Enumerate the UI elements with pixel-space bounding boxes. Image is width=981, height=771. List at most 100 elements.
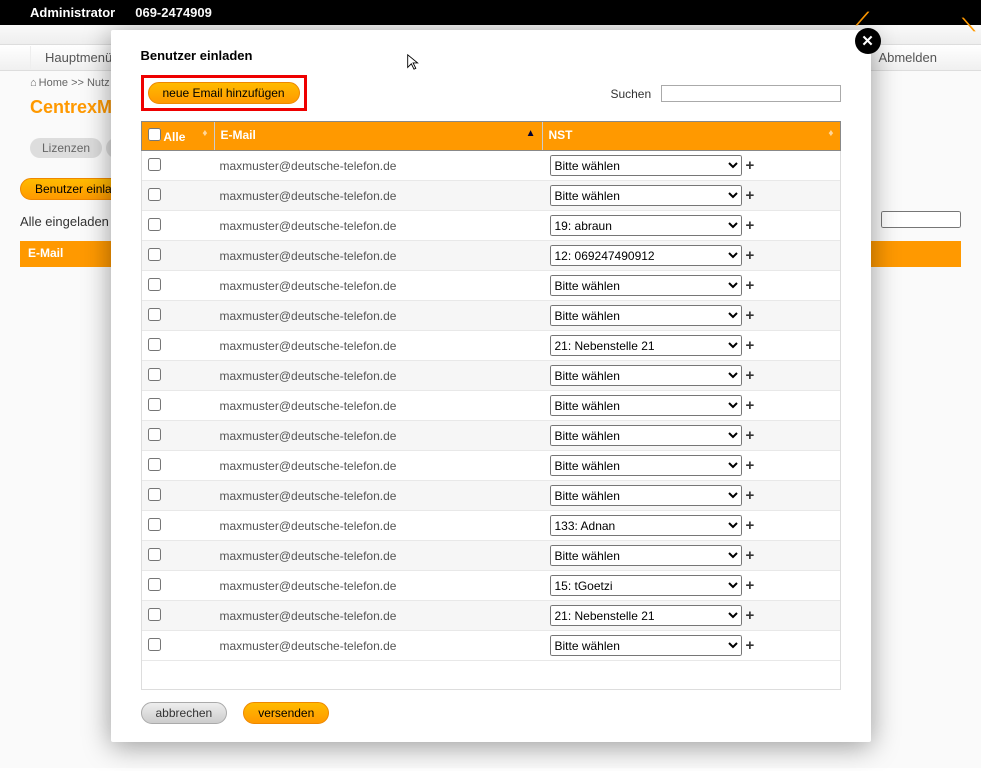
- plus-icon[interactable]: +: [746, 607, 755, 624]
- plus-icon[interactable]: +: [746, 517, 755, 534]
- nst-select[interactable]: 15: tGoetzi: [550, 575, 742, 596]
- nst-select[interactable]: Bitte wählen: [550, 155, 742, 176]
- nst-select[interactable]: Bitte wählen: [550, 545, 742, 566]
- th-alle-label: Alle: [163, 130, 185, 144]
- nst-select[interactable]: Bitte wählen: [550, 275, 742, 296]
- row-checkbox[interactable]: [148, 308, 161, 321]
- modal-footer: abbrechen versenden: [111, 690, 871, 742]
- table-row: maxmuster@deutsche-telefon.de 21: Nebenst…: [142, 331, 840, 361]
- row-email: maxmuster@deutsche-telefon.de: [214, 423, 544, 449]
- table-row: maxmuster@deutsche-telefon.de Bitte wähle…: [142, 451, 840, 481]
- table-row: maxmuster@deutsche-telefon.de Bitte wähle…: [142, 181, 840, 211]
- row-email: maxmuster@deutsche-telefon.de: [214, 483, 544, 509]
- row-email: maxmuster@deutsche-telefon.de: [214, 633, 544, 659]
- nst-select[interactable]: Bitte wählen: [550, 455, 742, 476]
- plus-icon[interactable]: +: [746, 427, 755, 444]
- nst-select[interactable]: Bitte wählen: [550, 635, 742, 656]
- th-email[interactable]: E-Mail ▲: [214, 122, 542, 150]
- table-row: maxmuster@deutsche-telefon.de Bitte wähle…: [142, 421, 840, 451]
- row-checkbox[interactable]: [148, 278, 161, 291]
- add-email-button[interactable]: neue Email hinzufügen: [148, 82, 300, 104]
- row-email: maxmuster@deutsche-telefon.de: [214, 303, 544, 329]
- nst-select[interactable]: Bitte wählen: [550, 185, 742, 206]
- row-email: maxmuster@deutsche-telefon.de: [214, 573, 544, 599]
- row-checkbox[interactable]: [148, 218, 161, 231]
- select-all-checkbox[interactable]: [148, 128, 161, 141]
- close-icon[interactable]: ✕: [855, 28, 881, 54]
- row-email: maxmuster@deutsche-telefon.de: [214, 543, 544, 569]
- modal-invite-users: ✕ Benutzer einladen neue Email hinzufüge…: [111, 30, 871, 742]
- send-button[interactable]: versenden: [243, 702, 329, 724]
- row-checkbox[interactable]: [148, 428, 161, 441]
- plus-icon[interactable]: +: [746, 277, 755, 294]
- th-nst[interactable]: NST ♦: [542, 122, 840, 150]
- table-row: maxmuster@deutsche-telefon.de12: 0692474…: [142, 241, 840, 271]
- nst-select[interactable]: Bitte wählen: [550, 395, 742, 416]
- row-checkbox[interactable]: [148, 548, 161, 561]
- nst-select[interactable]: 21: Nebenstelle 21: [550, 335, 742, 356]
- nst-select[interactable]: 19: abraun: [550, 215, 742, 236]
- nst-select[interactable]: Bitte wählen: [550, 365, 742, 386]
- sort-asc-icon[interactable]: ▲: [526, 128, 536, 139]
- row-checkbox[interactable]: [148, 368, 161, 381]
- row-email: maxmuster@deutsche-telefon.de: [214, 213, 544, 239]
- search-input[interactable]: [661, 85, 841, 102]
- row-checkbox[interactable]: [148, 458, 161, 471]
- row-email: maxmuster@deutsche-telefon.de: [214, 393, 544, 419]
- th-email-label: E-Mail: [221, 128, 256, 142]
- row-checkbox[interactable]: [148, 488, 161, 501]
- row-email: maxmuster@deutsche-telefon.de: [214, 183, 544, 209]
- th-nst-label: NST: [549, 128, 573, 142]
- row-email: maxmuster@deutsche-telefon.de: [214, 453, 544, 479]
- nst-select[interactable]: Bitte wählen: [550, 485, 742, 506]
- plus-icon[interactable]: +: [746, 217, 755, 234]
- row-checkbox[interactable]: [148, 188, 161, 201]
- nst-select[interactable]: 21: Nebenstelle 21: [550, 605, 742, 626]
- plus-icon[interactable]: +: [746, 547, 755, 564]
- nst-select[interactable]: Bitte wählen: [550, 305, 742, 326]
- table-row: maxmuster@deutsche-telefon.de 15: tGoetzi…: [142, 571, 840, 601]
- row-checkbox[interactable]: [148, 158, 161, 171]
- plus-icon[interactable]: +: [746, 307, 755, 324]
- plus-icon[interactable]: +: [746, 337, 755, 354]
- plus-icon[interactable]: +: [746, 577, 755, 594]
- table-row: maxmuster@deutsche-telefon.deBitte wähle…: [142, 271, 840, 301]
- sort-icon[interactable]: ♦: [202, 128, 207, 139]
- plus-icon[interactable]: +: [746, 637, 755, 654]
- search-label: Suchen: [610, 87, 651, 101]
- row-checkbox[interactable]: [148, 398, 161, 411]
- modal-title: Benutzer einladen: [111, 30, 871, 71]
- row-checkbox[interactable]: [148, 638, 161, 651]
- plus-icon[interactable]: +: [746, 457, 755, 474]
- cancel-button[interactable]: abbrechen: [141, 702, 228, 724]
- plus-icon[interactable]: +: [746, 367, 755, 384]
- plus-icon[interactable]: +: [746, 157, 755, 174]
- nst-select[interactable]: Bitte wählen: [550, 425, 742, 446]
- row-email: maxmuster@deutsche-telefon.de: [214, 153, 544, 179]
- search-area: Suchen: [610, 85, 840, 102]
- plus-icon[interactable]: +: [746, 397, 755, 414]
- row-email: maxmuster@deutsche-telefon.de: [214, 333, 544, 359]
- nst-select[interactable]: 12: 069247490912: [550, 245, 742, 266]
- table-body[interactable]: maxmuster@deutsche-telefon.de Bitte wähle…: [141, 151, 841, 690]
- plus-icon[interactable]: +: [746, 487, 755, 504]
- row-checkbox[interactable]: [148, 608, 161, 621]
- table-header: Alle ♦ E-Mail ▲ NST ♦: [141, 121, 841, 151]
- th-alle[interactable]: Alle ♦: [142, 122, 214, 150]
- table-row: maxmuster@deutsche-telefon.de Bitte wähle…: [142, 481, 840, 511]
- plus-icon[interactable]: +: [746, 247, 755, 264]
- table-row: maxmuster@deutsche-telefon.de133: Adnan+: [142, 511, 840, 541]
- nst-select[interactable]: 133: Adnan: [550, 515, 742, 536]
- plus-icon[interactable]: +: [746, 187, 755, 204]
- row-checkbox[interactable]: [148, 518, 161, 531]
- table-row: maxmuster@deutsche-telefon.deBitte wähle…: [142, 361, 840, 391]
- table-row: maxmuster@deutsche-telefon.de 19: abraun+: [142, 211, 840, 241]
- table-row: maxmuster@deutsche-telefon.de Bitte wähle…: [142, 151, 840, 181]
- row-checkbox[interactable]: [148, 248, 161, 261]
- row-email: maxmuster@deutsche-telefon.de: [214, 603, 544, 629]
- row-checkbox[interactable]: [148, 338, 161, 351]
- table-row: maxmuster@deutsche-telefon.de 21: Nebenst…: [142, 601, 840, 631]
- row-checkbox[interactable]: [148, 578, 161, 591]
- sort-icon[interactable]: ♦: [828, 128, 833, 139]
- highlight-box: neue Email hinzufügen: [141, 75, 307, 111]
